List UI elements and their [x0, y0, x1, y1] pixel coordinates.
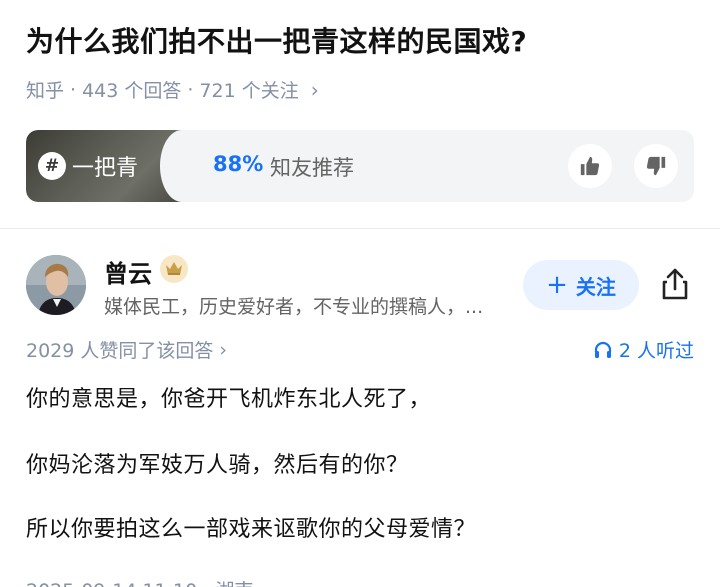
answer-timestamp: 2025-09-14 11:10 · 湖南 — [26, 576, 253, 587]
question-meta[interactable]: 知乎 · 443 个回答 · 721 个关注 › — [26, 76, 319, 103]
follow-label: 关注 — [575, 274, 616, 299]
answer-count: 443 个回答 — [82, 80, 182, 102]
section-divider — [0, 228, 720, 229]
thumbs-up-icon — [580, 156, 600, 176]
headphones-icon — [594, 341, 611, 358]
listen-text: 2 人听过 — [618, 340, 694, 362]
author-name[interactable]: 曾云 — [104, 254, 152, 289]
topic-card[interactable]: # 一把青 88% 知友推荐 — [26, 130, 694, 202]
crown-badge-icon — [160, 255, 188, 283]
chevron-right-icon: › — [219, 338, 228, 361]
answer-paragraph: 你的意思是，你爸开飞机炸东北人死了， — [26, 387, 432, 412]
answer-paragraph: 所以你要拍这么一部戏来讴歌你的父母爱情？ — [26, 517, 477, 542]
follower-count: 721 个关注 — [199, 80, 299, 102]
share-button[interactable] — [656, 265, 694, 303]
chevron-right-icon: › — [310, 77, 319, 102]
avatar[interactable] — [26, 255, 86, 315]
meta-separator: · — [187, 78, 194, 101]
author-bio: 媒体民工，历史爱好者，不专业的撰稿人，... — [104, 296, 484, 318]
hashtag-icon: # — [38, 152, 66, 180]
follow-button[interactable]: + 关注 — [523, 260, 639, 310]
plus-icon: + — [546, 270, 568, 300]
source-label: 知乎 — [26, 80, 65, 102]
recommend-label: 知友推荐 — [270, 156, 354, 180]
share-icon — [662, 268, 688, 300]
topic-name: 一把青 — [72, 156, 139, 181]
meta-separator: · — [70, 78, 77, 101]
thumbs-down-icon — [646, 156, 666, 176]
answer-paragraph: 你妈沦落为军妓万人骑，然后有的你？ — [26, 453, 409, 478]
recommend-percent: 88% — [213, 152, 264, 176]
upvote-button[interactable] — [568, 144, 612, 188]
downvote-button[interactable] — [634, 144, 678, 188]
listen-count[interactable]: 2 人听过 — [593, 336, 694, 363]
agree-text: 2029 人赞同了该回答 — [26, 340, 214, 362]
agree-count[interactable]: 2029 人赞同了该回答 › — [26, 336, 227, 363]
question-title[interactable]: 为什么我们拍不出一把青这样的民国戏? — [26, 20, 527, 60]
